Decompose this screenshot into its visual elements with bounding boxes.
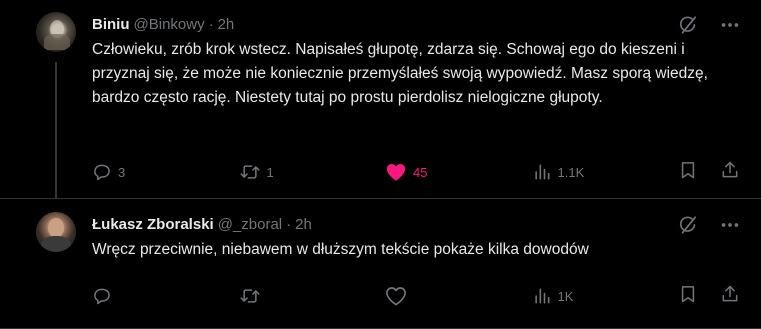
reply-button[interactable]: 3 [92,162,152,182]
heart-filled-icon [386,164,406,181]
action-bar: 3 1 45 1.1K [92,160,740,184]
reply-button[interactable] [92,286,152,306]
separator-dot: · [208,15,214,33]
tweet-biniu[interactable]: Biniu @Binkowy · 2h Człowieku, zrób krok… [0,0,761,199]
bookmark-icon[interactable] [678,284,698,309]
like-button[interactable]: 45 [385,162,445,182]
grok-icon[interactable] [677,214,699,236]
views-button[interactable]: 1K [532,286,592,306]
tweet-text: Wręcz przeciwnie, niebawem w dłuższym te… [92,241,589,258]
tweet-header: Biniu @Binkowy · 2h [92,14,234,34]
share-icon[interactable] [720,284,740,309]
views-icon [534,288,549,304]
author-handle[interactable]: @Binkowy [134,16,205,33]
like-button[interactable] [385,286,445,306]
avatar[interactable] [36,212,76,252]
avatar[interactable] [36,12,76,52]
views-button[interactable]: 1.1K [532,162,592,182]
tweet-header: Łukasz Zboralski @_zboral · 2h [92,214,312,234]
repost-count: 1 [266,164,274,180]
grok-icon[interactable] [677,14,699,36]
heart-icon [386,287,406,306]
repost-icon [240,289,259,303]
like-count: 45 [413,164,428,180]
author-name[interactable]: Łukasz Zboralski [92,216,214,233]
bookmark-icon[interactable] [678,160,698,185]
views-count: 1K [557,288,574,304]
repost-button[interactable]: 1 [239,162,299,182]
timestamp[interactable]: 2h [295,216,312,233]
tweet-text: Człowieku, zrób krok wstecz. Napisałeś g… [92,41,708,106]
tweet-lukasz-zboralski[interactable]: Łukasz Zboralski @_zboral · 2h Wręcz prz… [0,200,761,329]
views-icon [534,164,549,180]
separator-dot: · [286,215,292,233]
action-bar: 1K [92,284,740,308]
repost-icon [240,165,259,179]
views-count: 1.1K [557,164,585,180]
reply-count: 3 [118,164,126,180]
share-icon[interactable] [720,160,740,185]
reply-icon [94,288,110,305]
reply-icon [94,164,110,181]
author-handle[interactable]: @_zboral [218,216,282,233]
more-icon[interactable] [719,214,741,236]
more-icon[interactable] [719,14,741,36]
repost-button[interactable] [239,286,299,306]
timestamp[interactable]: 2h [218,16,235,33]
author-name[interactable]: Biniu [92,16,130,33]
